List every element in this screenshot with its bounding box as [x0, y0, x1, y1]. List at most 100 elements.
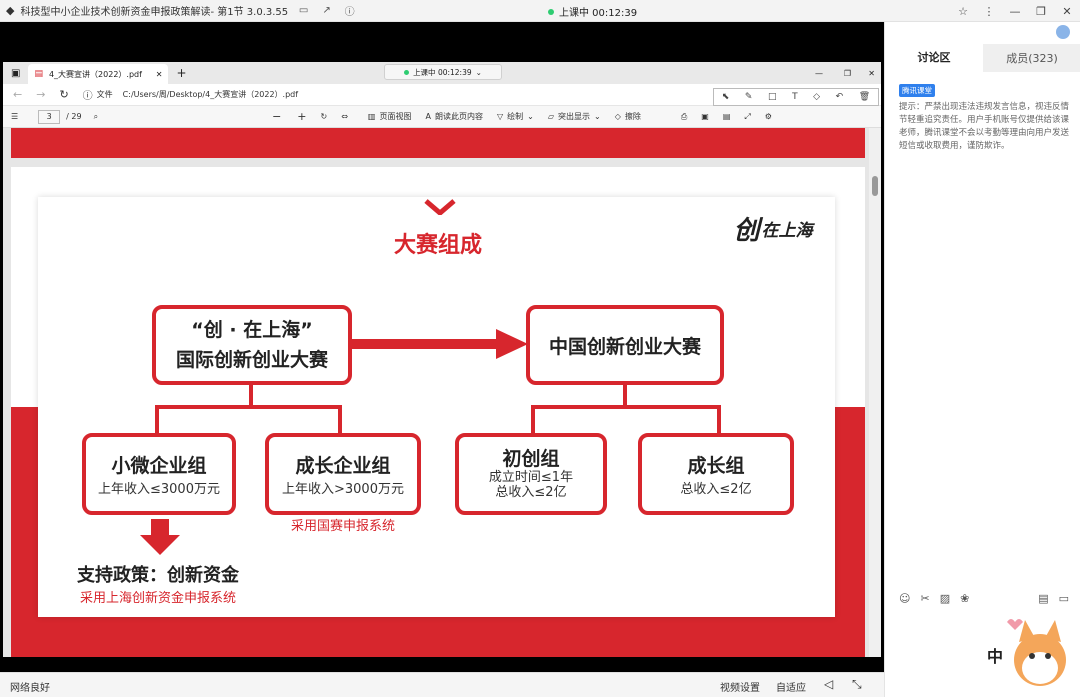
trash-icon[interactable]: 🗑	[859, 92, 870, 102]
contents-icon[interactable]: ☰	[11, 112, 18, 121]
browser-restore[interactable]: ❐	[844, 69, 851, 78]
chevron-down-icon: ⌄	[475, 67, 482, 77]
image-icon[interactable]: ▨	[940, 592, 950, 605]
arrow-down	[140, 519, 180, 555]
volume-icon[interactable]: ◁	[824, 677, 833, 691]
chevron-down-icon: ⌄	[527, 112, 534, 121]
panel-settings-icon[interactable]	[1056, 25, 1070, 39]
pdf-page: 大赛组成 创 在上海 “创 · 在上海” 国际创新创业大赛 中国创新创业大赛 小…	[11, 167, 865, 657]
highlight-icon: ▱	[547, 112, 554, 121]
page-total: / 29	[66, 112, 82, 121]
connector	[531, 405, 721, 409]
fit-icon[interactable]: ⇔	[341, 112, 348, 121]
group-small-micro: 小微企业组 上年收入≤3000万元	[82, 433, 236, 515]
tab-members[interactable]: 成员(323)	[983, 44, 1080, 72]
page-number-input[interactable]: 3	[38, 109, 61, 124]
close-button[interactable]: ✕	[1054, 5, 1080, 18]
emoji-icon[interactable]: ☺	[899, 592, 910, 605]
shape-tool-icon[interactable]: □	[768, 92, 777, 102]
bottom-bar: 网络良好 视频设置 自适应 ◁ ⤡	[0, 672, 884, 697]
page-view-button[interactable]: ▥ 页面视图	[368, 111, 412, 122]
pdf-scrollbar[interactable]	[869, 128, 881, 657]
event-logo: 创 在上海	[714, 197, 832, 259]
pin-icon[interactable]: ☆	[950, 5, 976, 18]
minimize-button[interactable]: —	[1002, 5, 1028, 18]
title-bar: ◆ 科技型中小企业技术创新资金申报政策解读- 第1节 3.0.3.55 ▭ ↗ …	[0, 0, 1080, 22]
browser-tab[interactable]: ▤ 4_大赛宣讲（2022）.pdf ✕	[28, 64, 169, 84]
network-status: 网络良好	[10, 683, 50, 694]
adaptive-button[interactable]: 自适应	[776, 679, 806, 694]
slide: 大赛组成 创 在上海 “创 · 在上海” 国际创新创业大赛 中国创新创业大赛 小…	[38, 197, 835, 617]
platform-badge: 腾讯课堂	[899, 84, 935, 97]
zoom-in-button[interactable]: +	[297, 110, 306, 123]
connector	[531, 405, 535, 435]
arrow-right	[352, 329, 528, 359]
new-tab-button[interactable]: +	[176, 66, 186, 80]
video-settings-button[interactable]: 视频设置	[720, 679, 760, 694]
fullscreen-icon[interactable]: ⤢	[744, 112, 750, 122]
scissors-icon[interactable]: ✂	[920, 592, 929, 605]
save-as-icon[interactable]: ▤	[723, 112, 731, 121]
page-view-icon: ▥	[367, 112, 376, 121]
previous-page	[11, 128, 865, 158]
live-status: 上课中 00:12:39	[548, 4, 637, 19]
highlight-button[interactable]: ▱ 突出显示 ⌄	[548, 111, 601, 122]
box-shanghai-competition: “创 · 在上海” 国际创新创业大赛	[152, 305, 352, 385]
connector	[717, 405, 721, 435]
mascot-sticker: 中	[985, 612, 1075, 692]
fullscreen-icon[interactable]: ⤡	[852, 677, 862, 692]
screen-share-live-indicator[interactable]: 上课中 00:12:39 ⌄	[384, 64, 502, 80]
pdf-viewer[interactable]: 大赛组成 创 在上海 “创 · 在上海” 国际创新创业大赛 中国创新创业大赛 小…	[3, 128, 869, 657]
eraser-tool-icon[interactable]: ◇	[813, 92, 820, 102]
notice-text: 提示：严禁出现违法违规发言信息，视违反情节轻重追究责任。用户手机账号仅提供给该课…	[899, 102, 1070, 151]
browser-minimize[interactable]: —	[815, 69, 823, 78]
address-input[interactable]: C:/Users/周/Desktop/4_大赛宣讲（2022）.pdf	[123, 89, 298, 100]
shared-screen: ▣ ▤ 4_大赛宣讲（2022）.pdf ✕ + 上课中 00:12:39 ⌄ —…	[3, 62, 881, 657]
slide-title: 大赛组成	[393, 233, 482, 258]
text-tool-icon[interactable]: T	[792, 92, 798, 102]
select-tool-icon[interactable]: ⬉	[722, 92, 730, 102]
undo-icon[interactable]: ↶	[836, 92, 844, 102]
restore-button[interactable]: ❐	[1028, 5, 1054, 18]
scrollbar-thumb[interactable]	[872, 176, 878, 196]
print-icon[interactable]: ⎙	[681, 112, 687, 122]
app-logo-icon: ◆	[6, 4, 15, 17]
card-icon[interactable]: ▤	[1038, 592, 1048, 605]
note-icon[interactable]: ▭	[1059, 592, 1069, 605]
tab-discussion[interactable]: 讨论区	[885, 44, 983, 72]
back-icon[interactable]: ←	[13, 88, 22, 101]
connector	[249, 385, 253, 407]
read-aloud-icon: A	[425, 112, 431, 121]
refresh-icon[interactable]: ↻	[59, 88, 68, 101]
chevron-down-icon: ⌄	[593, 112, 601, 121]
page-info-icon[interactable]: ⓘ	[83, 87, 93, 102]
rotate-icon[interactable]: ↻	[321, 112, 328, 121]
settings-icon[interactable]: ⚙	[765, 112, 772, 121]
find-icon[interactable]: ⌕	[94, 112, 98, 122]
draw-button[interactable]: ▽ 绘制 ⌄	[497, 111, 534, 122]
info-icon[interactable]: ⓘ	[342, 3, 357, 18]
chat-icon[interactable]: ▭	[296, 3, 311, 18]
corgi-icon: 中	[987, 619, 1066, 686]
erase-button[interactable]: ◇ 擦除	[615, 111, 641, 122]
video-area: ▣ ▤ 4_大赛宣讲（2022）.pdf ✕ + 上课中 00:12:39 ⌄ —…	[0, 22, 884, 672]
pdf-toolbar: ☰ 3 / 29 ⌕ − + ↻ ⇔ ▥ 页面视图 A 朗读此页内容 ▽ 绘制 ⌄ ▱ 突…	[3, 106, 881, 128]
erase-icon: ◇	[614, 112, 621, 121]
pdf-icon: ▤	[34, 69, 43, 79]
tab-actions-icon[interactable]: ▣	[11, 68, 20, 79]
logo-mark-icon: 创	[733, 215, 760, 246]
growth-note: 采用国赛申报系统	[290, 519, 395, 534]
flower-icon[interactable]: ❀	[960, 592, 969, 605]
share-icon[interactable]: ↗	[319, 3, 334, 18]
save-icon[interactable]: ▣	[701, 112, 709, 121]
browser-close[interactable]: ✕	[868, 69, 875, 78]
live-dot-icon	[548, 9, 554, 15]
notice: 腾讯课堂 提示：严禁出现违法违规发言信息，视违反情节轻重追究责任。用户手机账号仅…	[899, 84, 1071, 153]
chat-toolbar: ☺ ✂ ▨ ❀ ▤ ▭	[899, 592, 1069, 605]
forward-icon[interactable]: →	[36, 88, 45, 101]
read-aloud-button[interactable]: A 朗读此页内容	[425, 111, 482, 122]
zoom-out-button[interactable]: −	[272, 110, 281, 123]
more-icon[interactable]: ⋮	[976, 5, 1002, 18]
tab-close-icon[interactable]: ✕	[156, 70, 163, 79]
pen-tool-icon[interactable]: ✎	[745, 92, 753, 102]
